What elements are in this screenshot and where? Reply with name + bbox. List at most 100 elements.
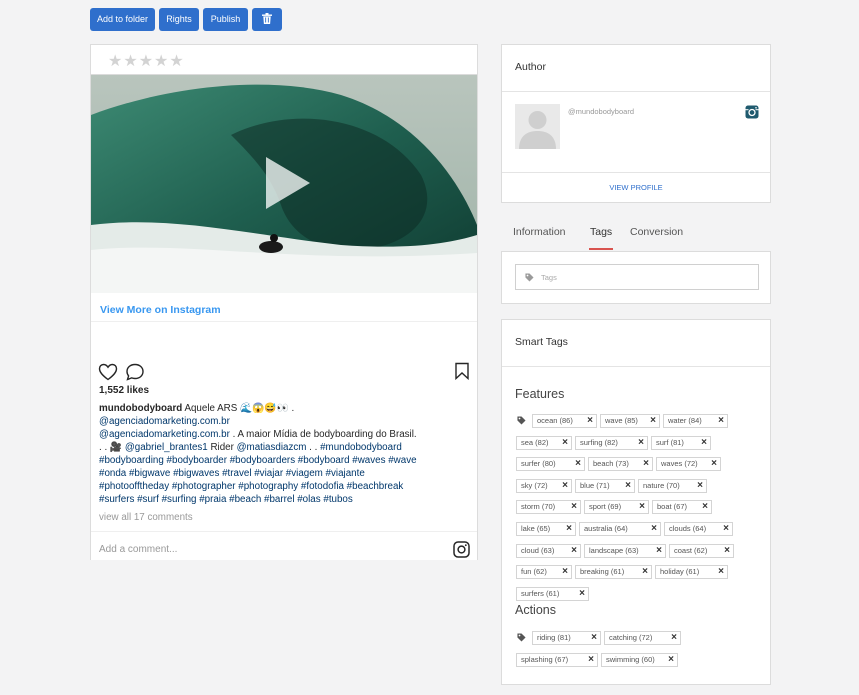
remove-tag-icon[interactable]: ×: [571, 501, 577, 513]
instagram-icon[interactable]: [745, 105, 759, 119]
remove-tag-icon[interactable]: ×: [671, 632, 677, 644]
remove-tag-icon[interactable]: ×: [579, 588, 585, 600]
remove-tag-icon[interactable]: ×: [566, 523, 572, 535]
remove-tag-icon[interactable]: ×: [562, 480, 568, 492]
remove-tag-icon[interactable]: ×: [711, 458, 717, 470]
play-icon[interactable]: [256, 153, 316, 213]
remove-tag-icon[interactable]: ×: [575, 458, 581, 470]
caption-link[interactable]: #onda #bigwave #bigwaves #travel #viajar…: [99, 468, 365, 479]
smart-tag[interactable]: surf (81) ×: [651, 435, 711, 450]
smart-tag[interactable]: surfer (80) ×: [516, 457, 585, 472]
remove-tag-icon[interactable]: ×: [656, 545, 662, 557]
star-icon[interactable]: ★: [108, 54, 122, 70]
smart-tag[interactable]: nature (70) ×: [638, 478, 707, 493]
remove-tag-icon[interactable]: ×: [562, 566, 568, 578]
smart-tag[interactable]: splashing (67) ×: [516, 652, 598, 667]
remove-tag-icon[interactable]: ×: [650, 415, 656, 427]
smart-tag[interactable]: boat (67) ×: [652, 500, 712, 515]
caption-text: . . 🎥: [99, 442, 125, 453]
smart-tag[interactable]: riding (81) ×: [532, 631, 601, 645]
remove-tag-icon[interactable]: ×: [697, 480, 703, 492]
star-rating[interactable]: ★★★★★: [108, 53, 185, 70]
remove-tag-icon[interactable]: ×: [651, 523, 657, 535]
remove-tag-icon[interactable]: ×: [639, 501, 645, 513]
smart-tag[interactable]: storm (70) ×: [516, 500, 581, 515]
smart-tag[interactable]: surfers (61) ×: [516, 586, 589, 601]
star-icon[interactable]: ★: [139, 54, 153, 70]
smart-tag[interactable]: waves (72) ×: [656, 457, 721, 472]
smart-tag[interactable]: sky (72) ×: [516, 478, 572, 493]
tab-tags[interactable]: Tags: [590, 226, 612, 238]
smart-tag-label: australia (64): [584, 524, 628, 533]
view-profile-link[interactable]: VIEW PROFILE: [502, 183, 770, 192]
caption-link[interactable]: #mundobodyboard: [320, 442, 402, 453]
view-all-comments-link[interactable]: view all 17 comments: [99, 512, 193, 523]
caption-username[interactable]: mundobodyboard: [99, 403, 182, 414]
smart-tag[interactable]: sport (69) ×: [584, 500, 649, 515]
add-comment-input[interactable]: Add a comment...: [99, 544, 177, 555]
smart-tag[interactable]: surfing (82) ×: [575, 435, 648, 450]
rights-button[interactable]: Rights: [159, 8, 199, 31]
smart-tag[interactable]: swimming (60) ×: [601, 652, 678, 667]
delete-button[interactable]: [252, 8, 282, 31]
star-icon[interactable]: ★: [154, 54, 168, 70]
caption-link[interactable]: @agenciadomarketing.com.br: [99, 429, 230, 440]
smart-tag-label: storm (70): [521, 502, 556, 512]
star-icon[interactable]: ★: [169, 54, 183, 70]
caption-link[interactable]: @matiasdiazcm: [237, 442, 307, 453]
smart-tag[interactable]: lake (65) ×: [516, 522, 576, 536]
caption-link[interactable]: #bodyboarding #bodyboarder #bodyboarders…: [99, 455, 417, 466]
remove-tag-icon[interactable]: ×: [638, 437, 644, 449]
author-handle[interactable]: @mundobodyboard: [568, 107, 634, 116]
add-to-folder-button[interactable]: Add to folder: [90, 8, 155, 31]
remove-tag-icon[interactable]: ×: [702, 501, 708, 513]
remove-tag-icon[interactable]: ×: [642, 566, 648, 578]
caption-link[interactable]: @gabriel_brantes1: [125, 442, 208, 453]
smart-tag[interactable]: ocean (86) ×: [532, 414, 597, 428]
remove-tag-icon[interactable]: ×: [701, 437, 707, 449]
remove-tag-icon[interactable]: ×: [625, 480, 631, 492]
smart-tag[interactable]: clouds (64) ×: [664, 522, 733, 536]
caption-link[interactable]: #photoofftheday #photographer #photograp…: [99, 481, 403, 492]
remove-tag-icon[interactable]: ×: [588, 654, 594, 666]
smart-tag-label: surfers (61): [521, 588, 560, 598]
caption-link[interactable]: @agenciadomarketing.com.br: [99, 416, 230, 427]
remove-tag-icon[interactable]: ×: [587, 415, 593, 427]
smart-tag[interactable]: breaking (61) ×: [575, 565, 652, 580]
instagram-icon[interactable]: [453, 541, 470, 558]
smart-tag[interactable]: wave (85) ×: [600, 414, 660, 428]
remove-tag-icon[interactable]: ×: [724, 545, 730, 557]
comment-icon[interactable]: [125, 363, 145, 381]
smart-tag[interactable]: coast (62) ×: [669, 543, 734, 558]
smart-tag[interactable]: beach (73) ×: [588, 457, 653, 472]
view-more-link[interactable]: View More on Instagram: [100, 304, 221, 316]
smart-tag[interactable]: cloud (63) ×: [516, 543, 581, 558]
remove-tag-icon[interactable]: ×: [723, 523, 729, 535]
caption-link[interactable]: #surfers #surf #surfing #praia #beach #b…: [99, 494, 353, 505]
smart-tag[interactable]: holiday (61) ×: [655, 565, 728, 580]
remove-tag-icon[interactable]: ×: [571, 545, 577, 557]
actions-heading: Actions: [515, 603, 556, 617]
bookmark-icon[interactable]: [454, 362, 470, 380]
smart-tag[interactable]: water (84) ×: [663, 414, 728, 428]
tags-input[interactable]: Tags: [515, 264, 759, 290]
smart-tag[interactable]: fun (62) ×: [516, 565, 572, 580]
remove-tag-icon[interactable]: ×: [643, 458, 649, 470]
publish-button[interactable]: Publish: [203, 8, 248, 31]
tab-conversion[interactable]: Conversion: [630, 226, 683, 238]
smart-tag[interactable]: landscape (63) ×: [584, 543, 666, 558]
caption-line: #photoofftheday #photographer #photograp…: [99, 480, 474, 493]
smart-tag[interactable]: blue (71) ×: [575, 478, 635, 493]
star-icon[interactable]: ★: [123, 54, 137, 70]
smart-tag[interactable]: sea (82) ×: [516, 435, 572, 450]
remove-tag-icon[interactable]: ×: [718, 566, 724, 578]
heart-icon[interactable]: [98, 363, 118, 381]
remove-tag-icon[interactable]: ×: [668, 654, 674, 666]
video-player[interactable]: [91, 75, 477, 293]
smart-tag[interactable]: australia (64) ×: [579, 522, 661, 536]
remove-tag-icon[interactable]: ×: [562, 437, 568, 449]
smart-tag[interactable]: catching (72) ×: [604, 631, 681, 645]
remove-tag-icon[interactable]: ×: [591, 632, 597, 644]
remove-tag-icon[interactable]: ×: [718, 415, 724, 427]
tab-information[interactable]: Information: [513, 226, 566, 238]
